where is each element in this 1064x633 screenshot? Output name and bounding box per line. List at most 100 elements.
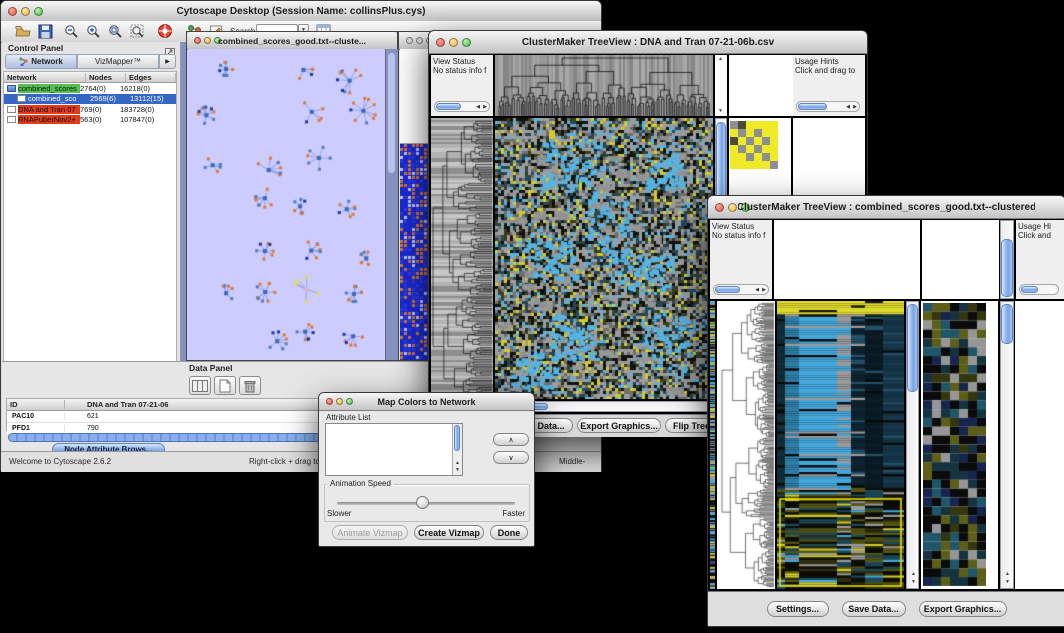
open-folder-icon[interactable] (15, 24, 31, 44)
minimize-button[interactable] (449, 38, 458, 47)
scroll-left-icon[interactable]: ◀ (476, 102, 480, 111)
network-list-row[interactable]: RNAPuberNov2+ 563(0) 107847(0) (4, 115, 176, 126)
matrix-cell[interactable] (746, 121, 754, 129)
matrix-cell[interactable] (738, 153, 746, 161)
col-id[interactable]: ID (7, 400, 65, 409)
tab-vizmapper[interactable]: VizMapper™ (77, 54, 159, 69)
scroll-down-icon[interactable]: ▼ (1005, 580, 1010, 585)
matrix-cell[interactable] (762, 121, 770, 129)
scroll-left-icon[interactable]: ◀ (846, 102, 850, 111)
save-data-button[interactable]: Data... (529, 418, 573, 433)
network-canvas[interactable] (188, 49, 385, 360)
listbox-scrollbar[interactable]: ▲ ▼ (452, 424, 462, 475)
grid-view-icon[interactable] (189, 376, 211, 395)
tv1-status-scrollbar[interactable]: ◀ ▶ (434, 101, 490, 112)
matrix-cell[interactable] (762, 153, 770, 161)
matrix-cell[interactable] (754, 121, 762, 129)
matrix-cell[interactable] (730, 153, 738, 161)
matrix-cell[interactable] (762, 137, 770, 145)
tv1-col-dendrogram-canvas[interactable] (495, 55, 713, 116)
matrix-cell[interactable] (730, 145, 738, 153)
scroll-up-icon[interactable]: ▲ (718, 57, 723, 62)
scroll-right-icon[interactable]: ▶ (853, 102, 857, 111)
minimize-button[interactable] (204, 37, 211, 44)
network-list-row[interactable]: combined_scores 2764(0) 16218(0) (4, 83, 176, 94)
tab-network[interactable]: Network (5, 54, 77, 69)
col-edges[interactable]: Edges (126, 73, 176, 82)
matrix-cell[interactable] (746, 145, 754, 153)
network-view-scroll-thumb[interactable] (388, 53, 395, 173)
matrix-cell[interactable] (730, 121, 738, 129)
tv1-heatmap-canvas[interactable] (495, 118, 713, 399)
tv2-col-dendrogram-area[interactable] (774, 220, 920, 299)
matrix-cell[interactable] (770, 137, 778, 145)
close-button[interactable] (326, 398, 333, 405)
export-graphics-button[interactable]: Export Graphics... (577, 418, 661, 433)
tv2-heatmap-canvas[interactable] (777, 301, 904, 589)
matrix-cell[interactable] (754, 129, 762, 137)
tv2-top-vscroll-thumb[interactable] (1001, 239, 1013, 297)
export-graphics-button[interactable]: Export Graphics... (919, 601, 1007, 617)
zoom-in-icon[interactable] (86, 24, 101, 44)
zoom-out-icon[interactable] (64, 24, 79, 44)
matrix-cell[interactable] (730, 137, 738, 145)
move-up-button[interactable]: ∧ (493, 433, 529, 446)
tv2-status-scroll-thumb[interactable] (715, 286, 740, 293)
tv2-vscrollbar[interactable]: ▲ ▼ (906, 301, 919, 589)
tv2-status-scrollbar[interactable]: ◀ ▶ (713, 284, 769, 295)
matrix-cell[interactable] (770, 145, 778, 153)
move-down-button[interactable]: ∨ (493, 451, 529, 464)
scroll-up-icon[interactable]: ▲ (911, 572, 916, 577)
animation-slider-thumb[interactable] (416, 496, 429, 509)
network-list-row[interactable]: combined_sco 2569(6) 13112(15) (4, 94, 176, 105)
scroll-down-icon[interactable]: ▼ (455, 468, 460, 473)
matrix-cell[interactable] (738, 145, 746, 153)
zoom-selected-icon[interactable] (130, 24, 145, 44)
matrix-cell[interactable] (738, 161, 746, 169)
matrix-cell[interactable] (746, 161, 754, 169)
matrix-cell[interactable] (746, 129, 754, 137)
matrix-cell[interactable] (770, 161, 778, 169)
matrix-cell[interactable] (770, 153, 778, 161)
tv2-row-dendrogram-canvas[interactable] (717, 301, 775, 589)
matrix-cell[interactable] (762, 145, 770, 153)
scroll-down-icon[interactable]: ▼ (718, 109, 723, 114)
matrix-cell[interactable] (754, 161, 762, 169)
tv2-usage-scroll-thumb[interactable] (1021, 286, 1038, 293)
scroll-left-icon[interactable]: ◀ (755, 285, 759, 294)
trash-icon[interactable] (239, 376, 261, 395)
tv2-zoom-vscroll-thumb[interactable] (1001, 304, 1013, 344)
tv2-zoom-vscrollbar[interactable]: ▲ ▼ (1000, 301, 1014, 589)
treeview2-titlebar[interactable]: ClusterMaker TreeView : combined_scores_… (708, 196, 1064, 219)
tv1-row-dendrogram-canvas[interactable] (431, 118, 493, 399)
tv1-usage-scroll-thumb[interactable] (798, 103, 827, 110)
minimize-button[interactable] (728, 203, 737, 212)
minimize-button[interactable] (21, 7, 30, 16)
close-button[interactable] (436, 38, 445, 47)
minimize-button[interactable] (416, 37, 423, 44)
matrix-cell[interactable] (754, 145, 762, 153)
close-button[interactable] (8, 7, 17, 16)
matrix-cell[interactable] (746, 137, 754, 145)
network-view-scrollbar[interactable] (385, 49, 398, 360)
tv1-top-scroll-strip[interactable]: ▲ ▼ (715, 55, 727, 116)
tv1-status-scroll-thumb[interactable] (436, 103, 461, 110)
save-data-button[interactable]: Save Data... (842, 601, 906, 617)
tv2-vscroll-thumb[interactable] (907, 304, 918, 392)
help-lifebuoy-icon[interactable] (157, 23, 173, 44)
save-icon[interactable] (38, 24, 53, 44)
create-vizmap-button[interactable]: Create Vizmap (414, 525, 484, 540)
matrix-cell[interactable] (770, 121, 778, 129)
close-button[interactable] (194, 37, 201, 44)
dialog-titlebar[interactable]: Map Colors to Network (319, 393, 534, 411)
data-panel-hscrollbar[interactable] (8, 433, 330, 442)
matrix-cell[interactable] (738, 137, 746, 145)
settings-button[interactable]: Settings... (767, 601, 829, 617)
tab-overflow-button[interactable]: ▶ (159, 54, 176, 69)
matrix-cell[interactable] (738, 121, 746, 129)
network-list-row[interactable]: DNA and Tran 07 769(0) 183728(0) (4, 104, 176, 115)
listbox-scroll-thumb[interactable] (454, 425, 460, 451)
matrix-cell[interactable] (762, 129, 770, 137)
matrix-cell[interactable] (754, 137, 762, 145)
tv1-usage-scrollbar[interactable]: ◀ ▶ (796, 101, 860, 112)
